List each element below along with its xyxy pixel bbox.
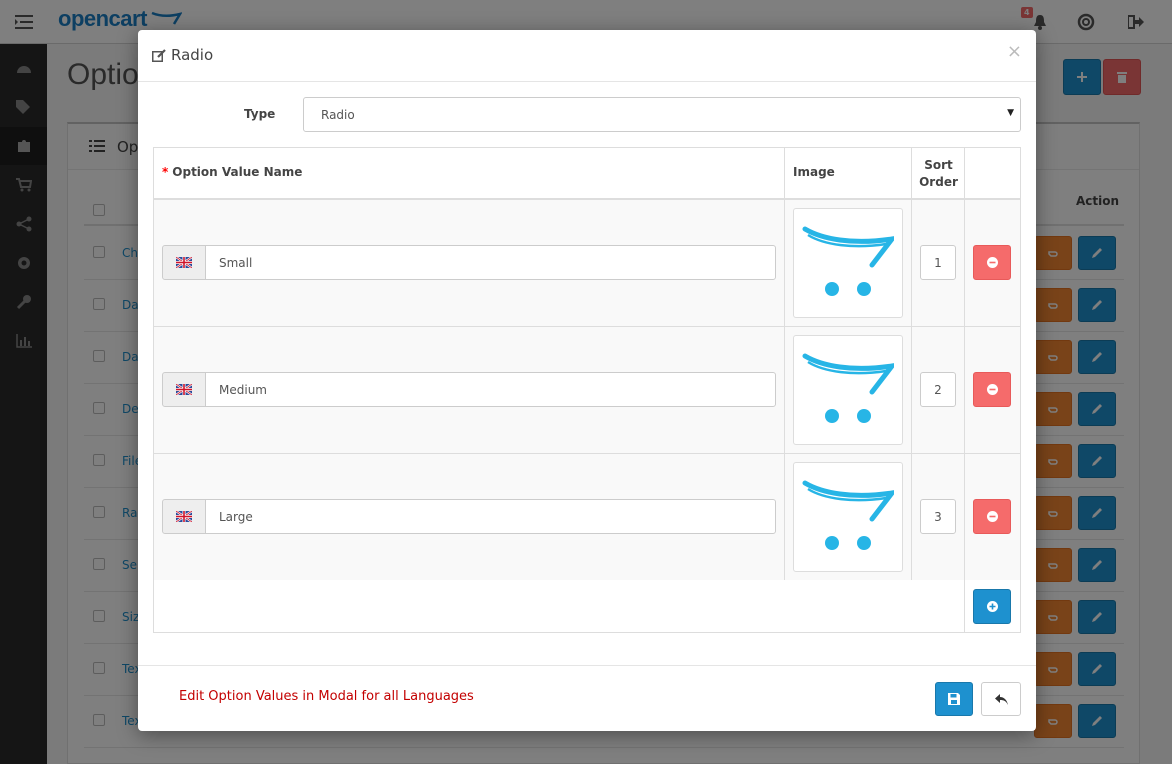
save-button[interactable]	[935, 682, 973, 716]
required-asterisk: *	[162, 165, 169, 179]
uk-flag-icon	[176, 384, 192, 395]
sort-order-input[interactable]: 3	[920, 499, 956, 534]
column-header-name: * Option Value Name	[154, 148, 785, 200]
back-button[interactable]	[981, 682, 1021, 716]
add-option-value-button[interactable]	[973, 589, 1011, 624]
edit-icon	[152, 48, 166, 62]
language-flag-addon	[162, 372, 206, 407]
option-value-row: Medium 2	[154, 327, 1020, 454]
type-select-value: Radio	[321, 108, 355, 122]
column-header-sort-order: Sort Order	[912, 148, 965, 200]
option-value-name-input[interactable]: Large	[205, 499, 776, 534]
modal-close-button[interactable]: ×	[1007, 43, 1022, 61]
option-value-name-input[interactable]: Small	[205, 245, 776, 280]
minus-circle-icon	[986, 257, 998, 268]
language-flag-addon	[162, 499, 206, 534]
add-value-row	[154, 580, 1020, 632]
remove-option-value-button[interactable]	[973, 499, 1011, 534]
option-value-image-thumb[interactable]	[793, 462, 903, 572]
option-values-table: * Option Value Name Image Sort Order Smal…	[153, 147, 1021, 633]
uk-flag-icon	[176, 257, 192, 268]
footer-note: Edit Option Values in Modal for all Lang…	[179, 689, 474, 704]
column-header-remove	[965, 148, 1020, 200]
sort-order-input[interactable]: 2	[920, 372, 956, 407]
option-value-name-input[interactable]: Medium	[205, 372, 776, 407]
option-value-image-thumb[interactable]	[793, 335, 903, 445]
column-header-image: Image	[785, 148, 912, 200]
option-value-image-thumb[interactable]	[793, 208, 903, 318]
type-label: Type	[244, 107, 276, 121]
modal-footer: Edit Option Values in Modal for all Lang…	[138, 665, 1036, 731]
modal-header: Radio ×	[138, 30, 1036, 82]
minus-circle-icon	[986, 511, 998, 522]
option-value-row: Small 1	[154, 200, 1020, 327]
uk-flag-icon	[176, 511, 192, 522]
modal-title: Radio	[171, 46, 214, 64]
language-flag-addon	[162, 245, 206, 280]
minus-circle-icon	[986, 384, 998, 395]
opencart-cart-logo-icon	[802, 480, 894, 550]
save-icon	[948, 693, 960, 705]
opencart-cart-logo-icon	[802, 353, 894, 423]
option-value-row: Large 3	[154, 454, 1020, 581]
sort-order-input[interactable]: 1	[920, 245, 956, 280]
caret-down-icon: ▼	[1007, 108, 1014, 118]
reply-icon	[994, 693, 1008, 705]
type-select[interactable]: Radio ▼	[303, 97, 1021, 132]
remove-option-value-button[interactable]	[973, 372, 1011, 407]
option-values-modal: Radio × Type Radio ▼ * Option Value Name …	[138, 30, 1036, 731]
remove-option-value-button[interactable]	[973, 245, 1011, 280]
plus-circle-icon	[986, 601, 998, 612]
opencart-cart-logo-icon	[802, 226, 894, 296]
